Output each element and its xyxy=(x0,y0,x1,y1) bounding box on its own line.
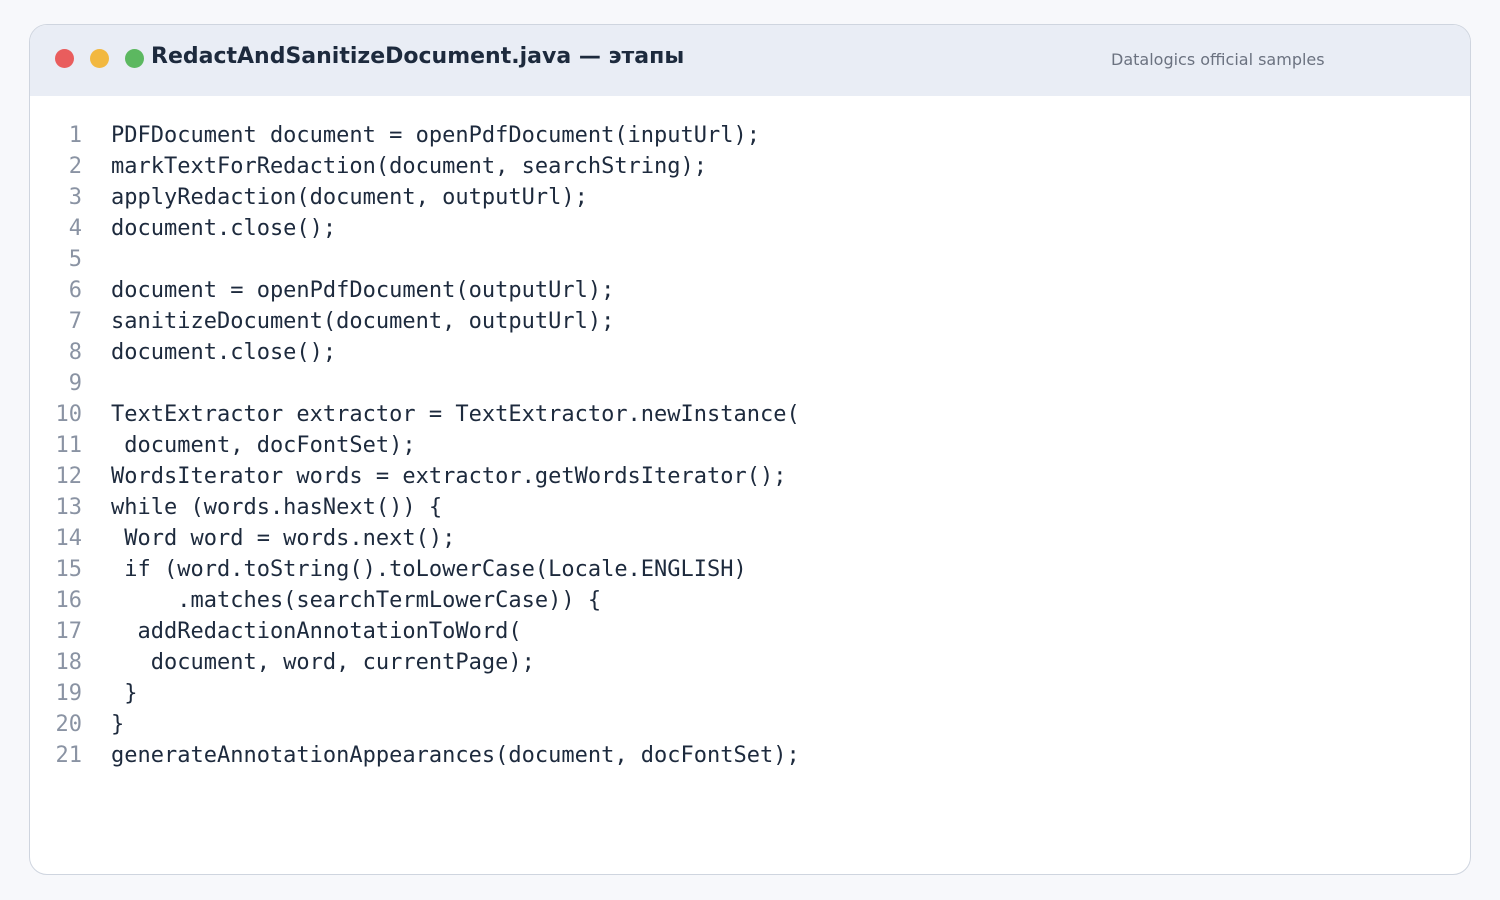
line-number: 4 xyxy=(68,216,82,241)
line-number: 20 xyxy=(55,712,83,737)
code-text: document, word, currentPage); xyxy=(111,650,535,675)
line-number: 21 xyxy=(55,743,83,768)
code-line: 4 document.close(); xyxy=(30,213,1470,244)
code-text: PDFDocument document = openPdfDocument(i… xyxy=(111,123,761,148)
line-number: 1 xyxy=(68,123,82,148)
code-text: document, docFontSet); xyxy=(111,433,416,458)
line-number: 15 xyxy=(55,557,83,582)
close-window-button[interactable] xyxy=(55,49,74,68)
code-line: 7 sanitizeDocument(document, outputUrl); xyxy=(30,306,1470,337)
code-line: 16 .matches(searchTermLowerCase)) { xyxy=(30,585,1470,616)
code-window: RedactAndSanitizeDocument.java — этапы D… xyxy=(29,24,1471,875)
code-line: 3 applyRedaction(document, outputUrl); xyxy=(30,182,1470,213)
code-text: } xyxy=(111,681,138,706)
code-text: WordsIterator words = extractor.getWords… xyxy=(111,464,787,489)
code-line: 21 generateAnnotationAppearances(document… xyxy=(30,740,1470,771)
code-text: sanitizeDocument(document, outputUrl); xyxy=(111,309,615,334)
line-number: 17 xyxy=(55,619,83,644)
code-text: applyRedaction(document, outputUrl); xyxy=(111,185,588,210)
line-number: 19 xyxy=(55,681,83,706)
code-line: 19 } xyxy=(30,678,1470,709)
code-line: 18 document, word, currentPage); xyxy=(30,647,1470,678)
code-text: document.close(); xyxy=(111,340,337,365)
line-number: 5 xyxy=(68,247,82,272)
code-line: 12 WordsIterator words = extractor.getWor… xyxy=(30,461,1470,492)
line-number: 7 xyxy=(68,309,82,334)
source-label: Datalogics official samples xyxy=(1111,50,1325,69)
line-number: 2 xyxy=(68,154,82,179)
window-title: RedactAndSanitizeDocument.java — этапы xyxy=(151,44,685,69)
code-line: 9 xyxy=(30,368,1470,399)
code-line: 13 while (words.hasNext()) { xyxy=(30,492,1470,523)
code-line: 2 markTextForRedaction(document, searchSt… xyxy=(30,151,1470,182)
code-line: 20} xyxy=(30,709,1470,740)
code-text: generateAnnotationAppearances(document, … xyxy=(111,743,800,768)
code-text: Word word = words.next(); xyxy=(111,526,456,551)
code-listing: 1 PDFDocument document = openPdfDocument(… xyxy=(30,120,1470,771)
code-text: while (words.hasNext()) { xyxy=(111,495,443,520)
line-number: 10 xyxy=(55,402,83,427)
code-text: document.close(); xyxy=(111,216,337,241)
code-line: 14 Word word = words.next(); xyxy=(30,523,1470,554)
code-text: .matches(searchTermLowerCase)) { xyxy=(111,588,602,613)
code-line: 15 if (word.toString().toLowerCase(Local… xyxy=(30,554,1470,585)
code-line: 17 addRedactionAnnotationToWord( xyxy=(30,616,1470,647)
code-line: 6 document = openPdfDocument(outputUrl); xyxy=(30,275,1470,306)
code-line: 1 PDFDocument document = openPdfDocument(… xyxy=(30,120,1470,151)
code-text: addRedactionAnnotationToWord( xyxy=(111,619,522,644)
line-number: 3 xyxy=(68,185,82,210)
code-line: 11 document, docFontSet); xyxy=(30,430,1470,461)
line-number: 16 xyxy=(55,588,83,613)
code-text: TextExtractor extractor = TextExtractor.… xyxy=(111,402,800,427)
line-number: 9 xyxy=(68,371,82,396)
line-number: 18 xyxy=(55,650,83,675)
line-number: 12 xyxy=(55,464,83,489)
code-line: 5 xyxy=(30,244,1470,275)
title-bar: RedactAndSanitizeDocument.java — этапы D… xyxy=(30,25,1470,96)
code-text: document = openPdfDocument(outputUrl); xyxy=(111,278,615,303)
code-line: 10 TextExtractor extractor = TextExtracto… xyxy=(30,399,1470,430)
code-text: } xyxy=(111,712,125,737)
code-text: if (word.toString().toLowerCase(Locale.E… xyxy=(111,557,747,582)
minimize-window-button[interactable] xyxy=(90,49,109,68)
maximize-window-button[interactable] xyxy=(125,49,144,68)
line-number: 8 xyxy=(68,340,82,365)
code-text: markTextForRedaction(document, searchStr… xyxy=(111,154,708,179)
line-number: 6 xyxy=(68,278,82,303)
line-number: 13 xyxy=(55,495,83,520)
code-line: 8 document.close(); xyxy=(30,337,1470,368)
line-number: 14 xyxy=(55,526,83,551)
line-number: 11 xyxy=(55,433,83,458)
